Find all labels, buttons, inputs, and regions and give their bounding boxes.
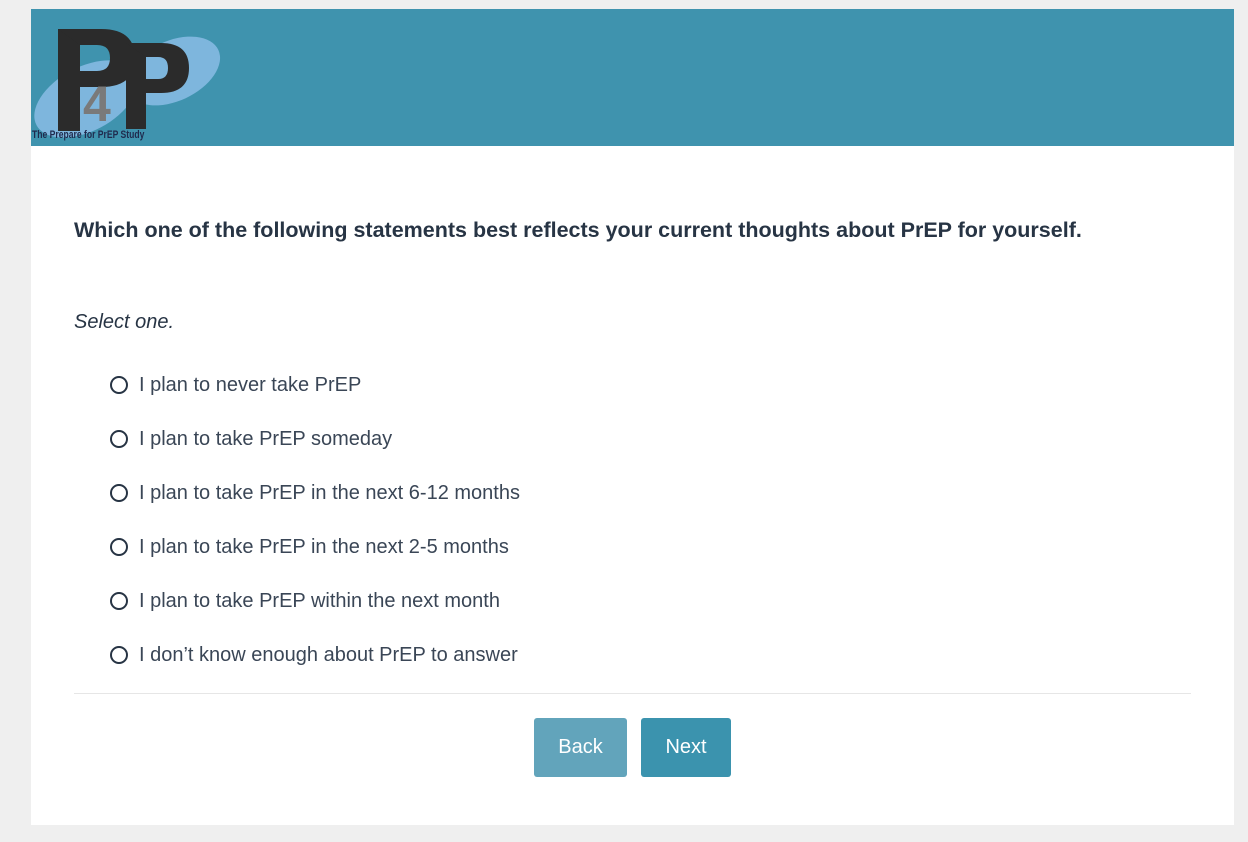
divider (74, 693, 1191, 694)
answer-option[interactable]: I plan to take PrEP someday (110, 412, 520, 466)
back-button[interactable]: Back (534, 718, 627, 777)
answer-option[interactable]: I don’t know enough about PrEP to answer (110, 628, 520, 682)
header-banner: 4 The Prepare for PrEP Study (31, 9, 1234, 146)
answer-option-label[interactable]: I don’t know enough about PrEP to answer (139, 644, 518, 667)
survey-card: 4 The Prepare for PrEP Study Which one o… (31, 9, 1234, 825)
study-logo: 4 The Prepare for PrEP Study (31, 19, 221, 146)
next-button[interactable]: Next (641, 718, 731, 777)
radio-button-icon[interactable] (110, 592, 128, 610)
p4p-logo-icon: 4 (34, 29, 221, 138)
answer-option-label[interactable]: I plan to take PrEP in the next 2-5 mont… (139, 536, 509, 559)
radio-button-icon[interactable] (110, 430, 128, 448)
question-instruction: Select one. (74, 311, 175, 333)
radio-button-icon[interactable] (110, 484, 128, 502)
answer-option-label[interactable]: I plan to never take PrEP (139, 374, 361, 397)
radio-button-icon[interactable] (110, 376, 128, 394)
svg-text:4: 4 (83, 76, 111, 132)
answer-option[interactable]: I plan to take PrEP within the next mont… (110, 574, 520, 628)
answer-option[interactable]: I plan to never take PrEP (110, 358, 520, 412)
answer-option-label[interactable]: I plan to take PrEP within the next mont… (139, 590, 500, 613)
answer-options: I plan to never take PrEP I plan to take… (110, 360, 520, 682)
radio-button-icon[interactable] (110, 538, 128, 556)
question-text: Which one of the following statements be… (74, 218, 1082, 242)
answer-option-label[interactable]: I plan to take PrEP someday (139, 428, 392, 451)
answer-option[interactable]: I plan to take PrEP in the next 6-12 mon… (110, 466, 520, 520)
answer-option-label[interactable]: I plan to take PrEP in the next 6-12 mon… (139, 482, 520, 505)
logo-caption: The Prepare for PrEP Study (32, 129, 145, 141)
answer-option[interactable]: I plan to take PrEP in the next 2-5 mont… (110, 520, 520, 574)
radio-button-icon[interactable] (110, 646, 128, 664)
